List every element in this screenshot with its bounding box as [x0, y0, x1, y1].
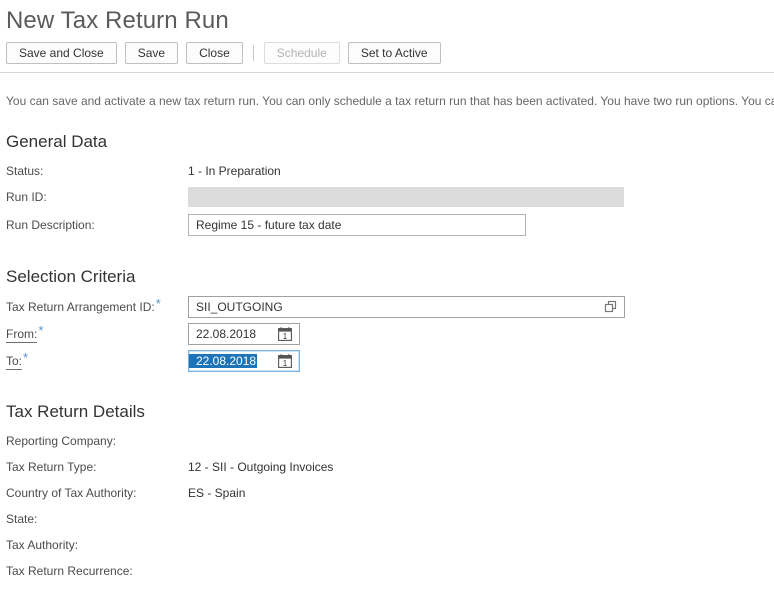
toolbar: Save and Close Save Close Schedule Set t… — [0, 36, 774, 64]
run-description-label: Run Description: — [6, 218, 95, 232]
selection-criteria-form: Tax Return Arrangement ID:* SII_OUTGOING… — [0, 293, 774, 375]
from-date-label-text: From: — [6, 327, 38, 343]
row-arrangement-id: Tax Return Arrangement ID:* SII_OUTGOING — [6, 293, 774, 321]
tax-return-recurrence-label: Tax Return Recurrence: — [6, 564, 133, 578]
row-reporting-company: Reporting Company: — [6, 428, 774, 454]
run-id-field — [188, 187, 624, 207]
to-date-input[interactable]: 22.08.2018 1 — [188, 350, 300, 372]
row-run-description: Run Description: Regime 15 - future tax … — [6, 210, 774, 240]
from-required-asterisk: * — [38, 323, 44, 338]
country-of-tax-authority-value: ES - Spain — [188, 486, 246, 500]
row-to-date: To:* 22.08.2018 1 — [6, 347, 774, 375]
row-tax-authority: Tax Authority: — [6, 532, 774, 558]
save-button[interactable]: Save — [124, 42, 179, 64]
calendar-icon[interactable]: 1 — [278, 354, 292, 368]
value-help-icon[interactable] — [603, 299, 619, 315]
svg-text:1: 1 — [283, 359, 288, 368]
row-status: Status: 1 - In Preparation — [6, 158, 774, 184]
from-date-input[interactable]: 22.08.2018 1 — [188, 323, 300, 345]
to-required-asterisk: * — [23, 350, 29, 365]
toolbar-separator — [252, 45, 254, 61]
svg-text:1: 1 — [283, 332, 288, 341]
section-title-general-data: General Data — [6, 132, 108, 151]
arrangement-id-label: Tax Return Arrangement ID:* — [6, 296, 188, 315]
from-date-label[interactable]: From:* — [6, 323, 188, 343]
status-value: 1 - In Preparation — [188, 164, 281, 178]
close-button[interactable]: Close — [186, 42, 243, 64]
reporting-company-label: Reporting Company: — [6, 434, 117, 448]
state-label: State: — [6, 512, 38, 526]
arrangement-id-label-text: Tax Return Arrangement ID: — [6, 300, 155, 314]
run-description-value: Regime 15 - future tax date — [196, 218, 342, 232]
to-date-label[interactable]: To:* — [6, 350, 188, 370]
tax-return-details-form: Reporting Company: Tax Return Type: 12 -… — [0, 428, 774, 584]
page-title: New Tax Return Run — [6, 7, 229, 34]
section-title-tax-return-details: Tax Return Details — [6, 402, 145, 421]
tax-authority-label: Tax Authority: — [6, 538, 79, 552]
to-date-value: 22.08.2018 — [189, 354, 258, 368]
row-tax-return-type: Tax Return Type: 12 - SII - Outgoing Inv… — [6, 454, 774, 480]
status-label: Status: — [6, 164, 44, 178]
arrangement-required-asterisk: * — [155, 296, 161, 311]
save-and-close-button[interactable]: Save and Close — [6, 42, 117, 64]
arrangement-id-value: SII_OUTGOING — [196, 300, 283, 314]
row-state: State: — [6, 506, 774, 532]
from-date-value: 22.08.2018 — [196, 327, 257, 341]
country-of-tax-authority-label: Country of Tax Authority: — [6, 486, 137, 500]
tax-return-type-label: Tax Return Type: — [6, 460, 97, 474]
schedule-button: Schedule — [263, 42, 340, 64]
run-description-input[interactable]: Regime 15 - future tax date — [188, 214, 526, 236]
section-title-selection-criteria: Selection Criteria — [6, 267, 136, 286]
row-tax-return-recurrence: Tax Return Recurrence: — [6, 558, 774, 584]
row-from-date: From:* 22.08.2018 1 — [6, 321, 774, 347]
row-country-of-tax-authority: Country of Tax Authority: ES - Spain — [6, 480, 774, 506]
general-data-form: Status: 1 - In Preparation Run ID: Run D… — [0, 158, 774, 240]
calendar-icon[interactable]: 1 — [278, 327, 292, 341]
tax-return-type-value: 12 - SII - Outgoing Invoices — [188, 460, 334, 474]
intro-text: You can save and activate a new tax retu… — [6, 94, 774, 108]
run-id-label: Run ID: — [6, 190, 47, 204]
set-to-active-button[interactable]: Set to Active — [347, 42, 441, 64]
arrangement-id-input[interactable]: SII_OUTGOING — [188, 296, 625, 318]
row-run-id: Run ID: — [6, 184, 774, 210]
to-date-label-text: To: — [6, 354, 23, 370]
